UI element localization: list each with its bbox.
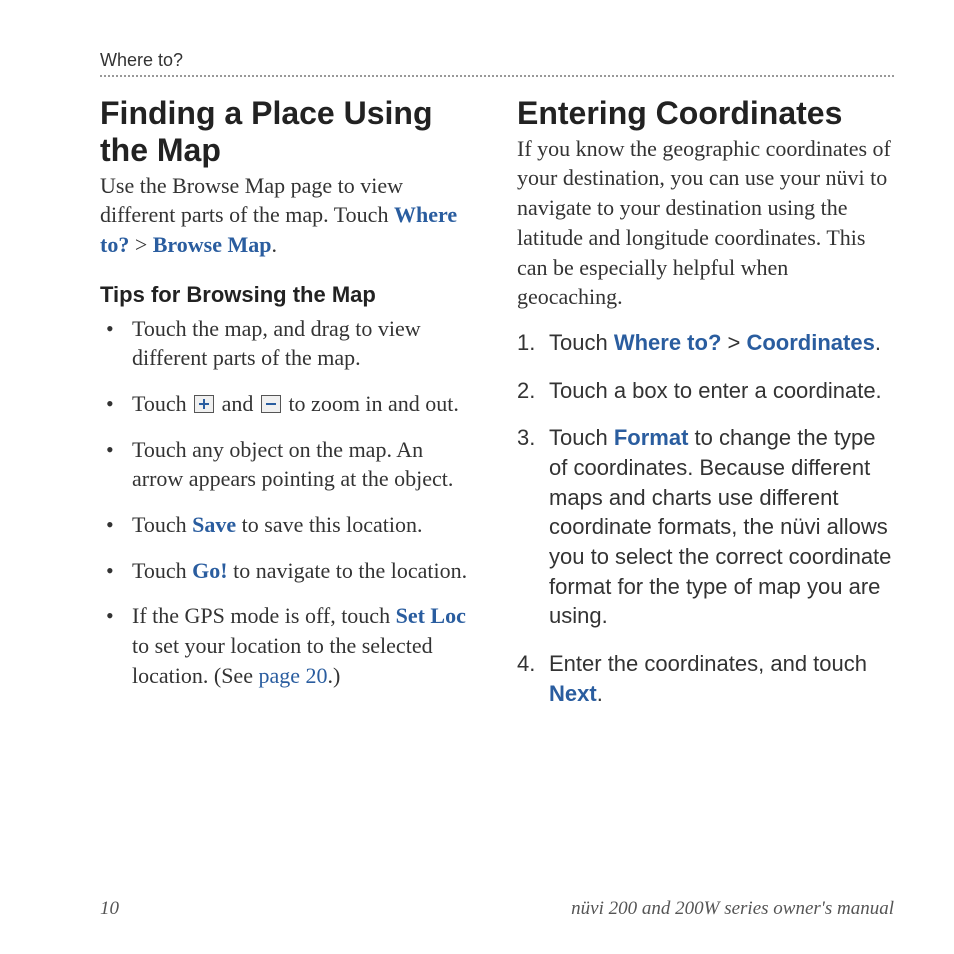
text: Touch: [132, 512, 192, 537]
step-item: Touch Where to? > Coordinates.: [517, 328, 894, 358]
keyword-coordinates: Coordinates: [746, 330, 874, 355]
keyword-browse-map: Browse Map: [153, 232, 272, 257]
text: Touch any object on the map. An arrow ap…: [132, 437, 453, 492]
keyword-go: Go!: [192, 558, 227, 583]
text: >: [721, 330, 746, 355]
text: Touch: [549, 425, 614, 450]
step-item: Enter the coordinates, and touch Next.: [517, 649, 894, 708]
tip-item: Touch Save to save this location.: [100, 510, 477, 540]
page-link[interactable]: page 20: [258, 663, 327, 688]
text: Use the Browse Map page to view differen…: [100, 173, 403, 228]
text: Touch: [132, 391, 192, 416]
tip-item: Touch the map, and drag to view differen…: [100, 314, 477, 373]
heading-finding-place: Finding a Place Using the Map: [100, 95, 477, 169]
text: .: [597, 681, 603, 706]
keyword-set-loc: Set Loc: [396, 603, 466, 628]
text: to navigate to the location.: [228, 558, 468, 583]
running-header: Where to?: [100, 50, 894, 77]
keyword-where-to: Where to?: [614, 330, 722, 355]
keyword-format: Format: [614, 425, 689, 450]
subheading-tips: Tips for Browsing the Map: [100, 282, 477, 308]
step-item: Touch Format to change the type of coord…: [517, 423, 894, 631]
tips-list: Touch the map, and drag to view differen…: [100, 314, 477, 691]
content-columns: Finding a Place Using the Map Use the Br…: [100, 95, 894, 726]
intro-paragraph: If you know the geographic coordinates o…: [517, 134, 894, 312]
text: Touch: [132, 558, 192, 583]
minus-icon: [261, 395, 281, 413]
tip-item: Touch Go! to navigate to the location.: [100, 556, 477, 586]
step-item: Touch a box to enter a coordinate.: [517, 376, 894, 406]
text: .: [875, 330, 881, 355]
text: .: [272, 232, 278, 257]
left-column: Finding a Place Using the Map Use the Br…: [100, 95, 477, 726]
text: Enter the coordinates, and touch: [549, 651, 867, 676]
text: If the GPS mode is off, touch: [132, 603, 396, 628]
manual-page: Where to? Finding a Place Using the Map …: [0, 0, 954, 954]
tip-item: If the GPS mode is off, touch Set Loc to…: [100, 601, 477, 690]
keyword-save: Save: [192, 512, 236, 537]
heading-entering-coordinates: Entering Coordinates: [517, 95, 894, 132]
page-number: 10: [100, 898, 119, 920]
text: to save this location.: [236, 512, 422, 537]
intro-paragraph: Use the Browse Map page to view differen…: [100, 171, 477, 260]
plus-icon: [194, 395, 214, 413]
section-label: Where to?: [100, 50, 183, 70]
right-column: Entering Coordinates If you know the geo…: [517, 95, 894, 726]
manual-title: nüvi 200 and 200W series owner's manual: [571, 898, 894, 920]
page-footer: 10 nüvi 200 and 200W series owner's manu…: [100, 898, 894, 920]
text: >: [129, 232, 152, 257]
text: Touch: [549, 330, 614, 355]
text: to zoom in and out.: [283, 391, 459, 416]
text: to change the type of coordinates. Becau…: [549, 425, 891, 628]
text: Touch a box to enter a coordinate.: [549, 378, 882, 403]
keyword-next: Next: [549, 681, 597, 706]
steps-list: Touch Where to? > Coordinates. Touch a b…: [517, 328, 894, 709]
text: .): [328, 663, 341, 688]
text: Touch the map, and drag to view differen…: [132, 316, 421, 371]
tip-item: Touch any object on the map. An arrow ap…: [100, 435, 477, 494]
tip-item: Touch and to zoom in and out.: [100, 389, 477, 419]
text: and: [216, 391, 259, 416]
